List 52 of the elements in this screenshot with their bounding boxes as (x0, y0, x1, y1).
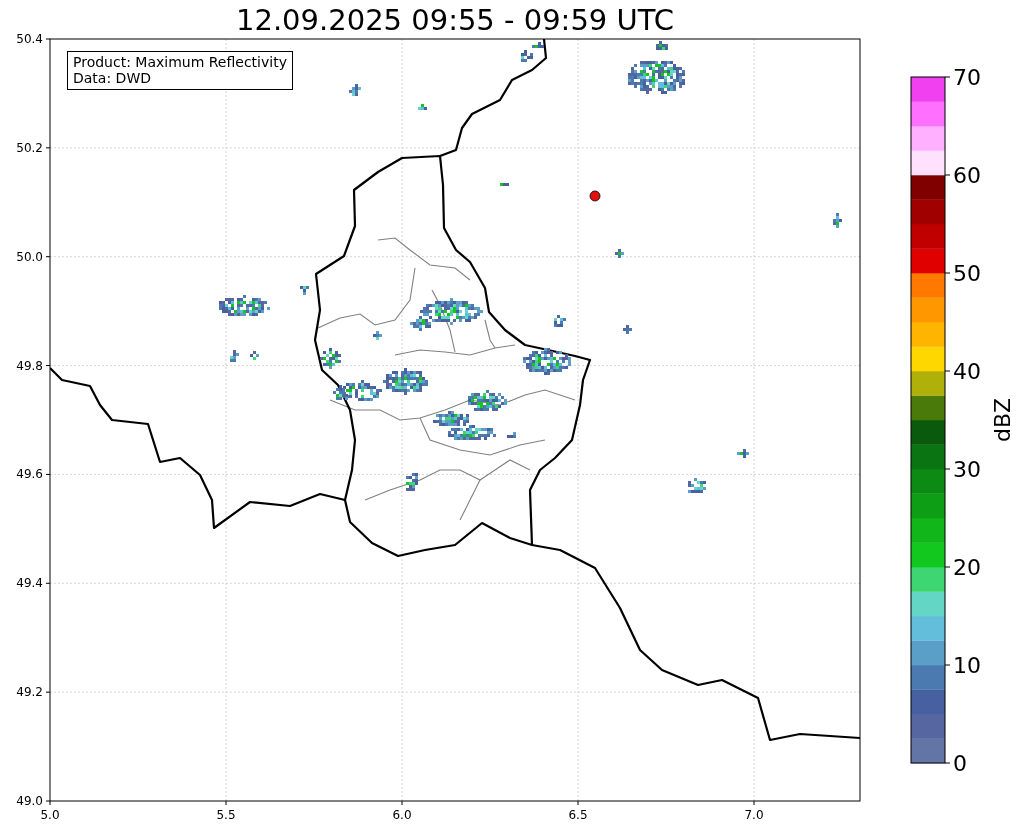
axis-tick-label: 49.8 (16, 358, 43, 373)
radar-echo (373, 331, 382, 340)
radar-echo (615, 249, 624, 258)
radar-echo (532, 42, 544, 48)
colorbar-tick-label: 20 (953, 555, 981, 580)
radar-echo (406, 473, 418, 491)
radar-echo (300, 286, 309, 295)
axis-tick-label: 6.5 (568, 808, 588, 822)
radar-echo (628, 61, 685, 94)
radar-echo (737, 449, 749, 458)
axis-tick-label: 49.6 (16, 467, 43, 482)
axis-tick-label: 50.2 (16, 140, 43, 155)
radar-echo (833, 213, 842, 228)
info-text: Product: Maximum Reflectivity (73, 54, 287, 70)
colorbar-tick-label: 40 (953, 359, 981, 384)
colorbar-tick-label: 10 (953, 653, 981, 678)
axis-tick-label: 49.0 (16, 794, 43, 808)
radar-echo (433, 411, 469, 426)
colorbar-label: dBZ (990, 397, 1015, 443)
radar-echo (656, 41, 668, 50)
radar-echo (250, 351, 259, 360)
radar-echo (383, 368, 428, 395)
axis-tick-label: 7.0 (744, 808, 764, 822)
axis-tick-label: 5.5 (216, 808, 236, 822)
radar-echo (448, 425, 496, 440)
colorbar-tick-label: 50 (953, 261, 981, 286)
axis-tick-label: 49.2 (16, 685, 43, 700)
radar-echo (688, 478, 706, 493)
radar-echo (554, 315, 566, 327)
axis-tick-label: 5.0 (40, 808, 60, 822)
axis-tick-label: 49.4 (16, 576, 43, 591)
colorbar-tick-label: 70 (953, 65, 981, 90)
chart-title: 12.09.2025 09:55 - 09:59 UTC (235, 2, 675, 30)
radar-echo (521, 50, 533, 62)
location-marker (589, 190, 601, 202)
radar-echo (507, 432, 516, 438)
radar-echo (230, 350, 239, 362)
radar-echo (418, 104, 427, 110)
radar-echo (500, 183, 509, 186)
radar-echo (320, 348, 341, 369)
colorbar-tick-label: 0 (953, 751, 967, 776)
info-text: Data: DWD (73, 70, 152, 86)
radar-echo (468, 390, 507, 411)
radar-echo (523, 348, 571, 375)
colorbar-tick-label: 60 (953, 163, 981, 188)
radar-echo (349, 84, 361, 96)
radar-echo (219, 295, 270, 316)
colorbar-tick-label: 30 (953, 457, 981, 482)
axis-tick-label: 6.0 (392, 808, 412, 822)
axis-tick-label: 50.4 (16, 32, 43, 46)
axis-tick-label: 50.0 (16, 249, 43, 264)
radar-echo (623, 325, 632, 334)
